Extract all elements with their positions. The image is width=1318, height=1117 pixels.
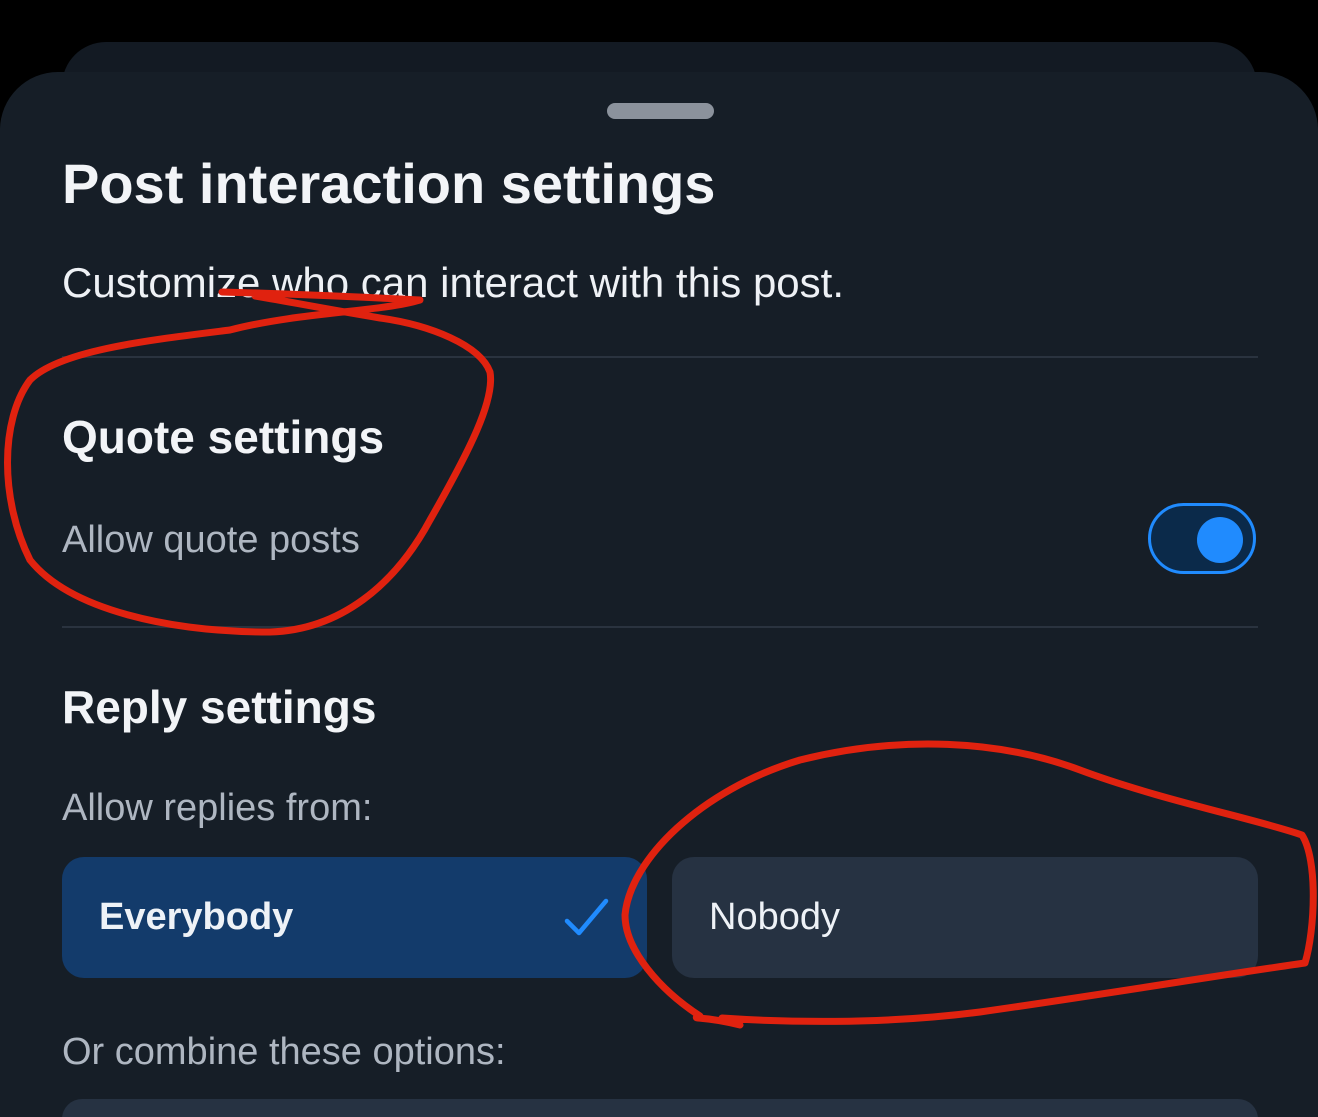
reply-settings-heading: Reply settings	[62, 681, 377, 733]
divider	[62, 626, 1258, 628]
allow-replies-label: Allow replies from:	[62, 787, 373, 829]
sheet-subtitle: Customize who can interact with this pos…	[62, 259, 845, 306]
reply-option-nobody[interactable]: Nobody	[672, 857, 1258, 978]
divider	[62, 356, 1258, 358]
check-icon	[564, 898, 609, 936]
toggle-knob	[1197, 517, 1243, 563]
reply-option-everybody[interactable]: Everybody	[62, 857, 647, 978]
combine-options-label: Or combine these options:	[62, 1031, 506, 1073]
sheet-drag-handle[interactable]	[607, 103, 714, 119]
combine-option-button[interactable]	[62, 1099, 1258, 1117]
allow-quote-posts-label: Allow quote posts	[62, 519, 360, 561]
quote-settings-heading: Quote settings	[62, 411, 385, 463]
sheet-title: Post interaction settings	[62, 152, 716, 215]
screen: Post interaction settings Customize who …	[0, 0, 1318, 1117]
option-label: Nobody	[709, 896, 840, 938]
allow-quote-posts-toggle[interactable]	[1148, 503, 1256, 574]
option-label: Everybody	[99, 896, 294, 938]
